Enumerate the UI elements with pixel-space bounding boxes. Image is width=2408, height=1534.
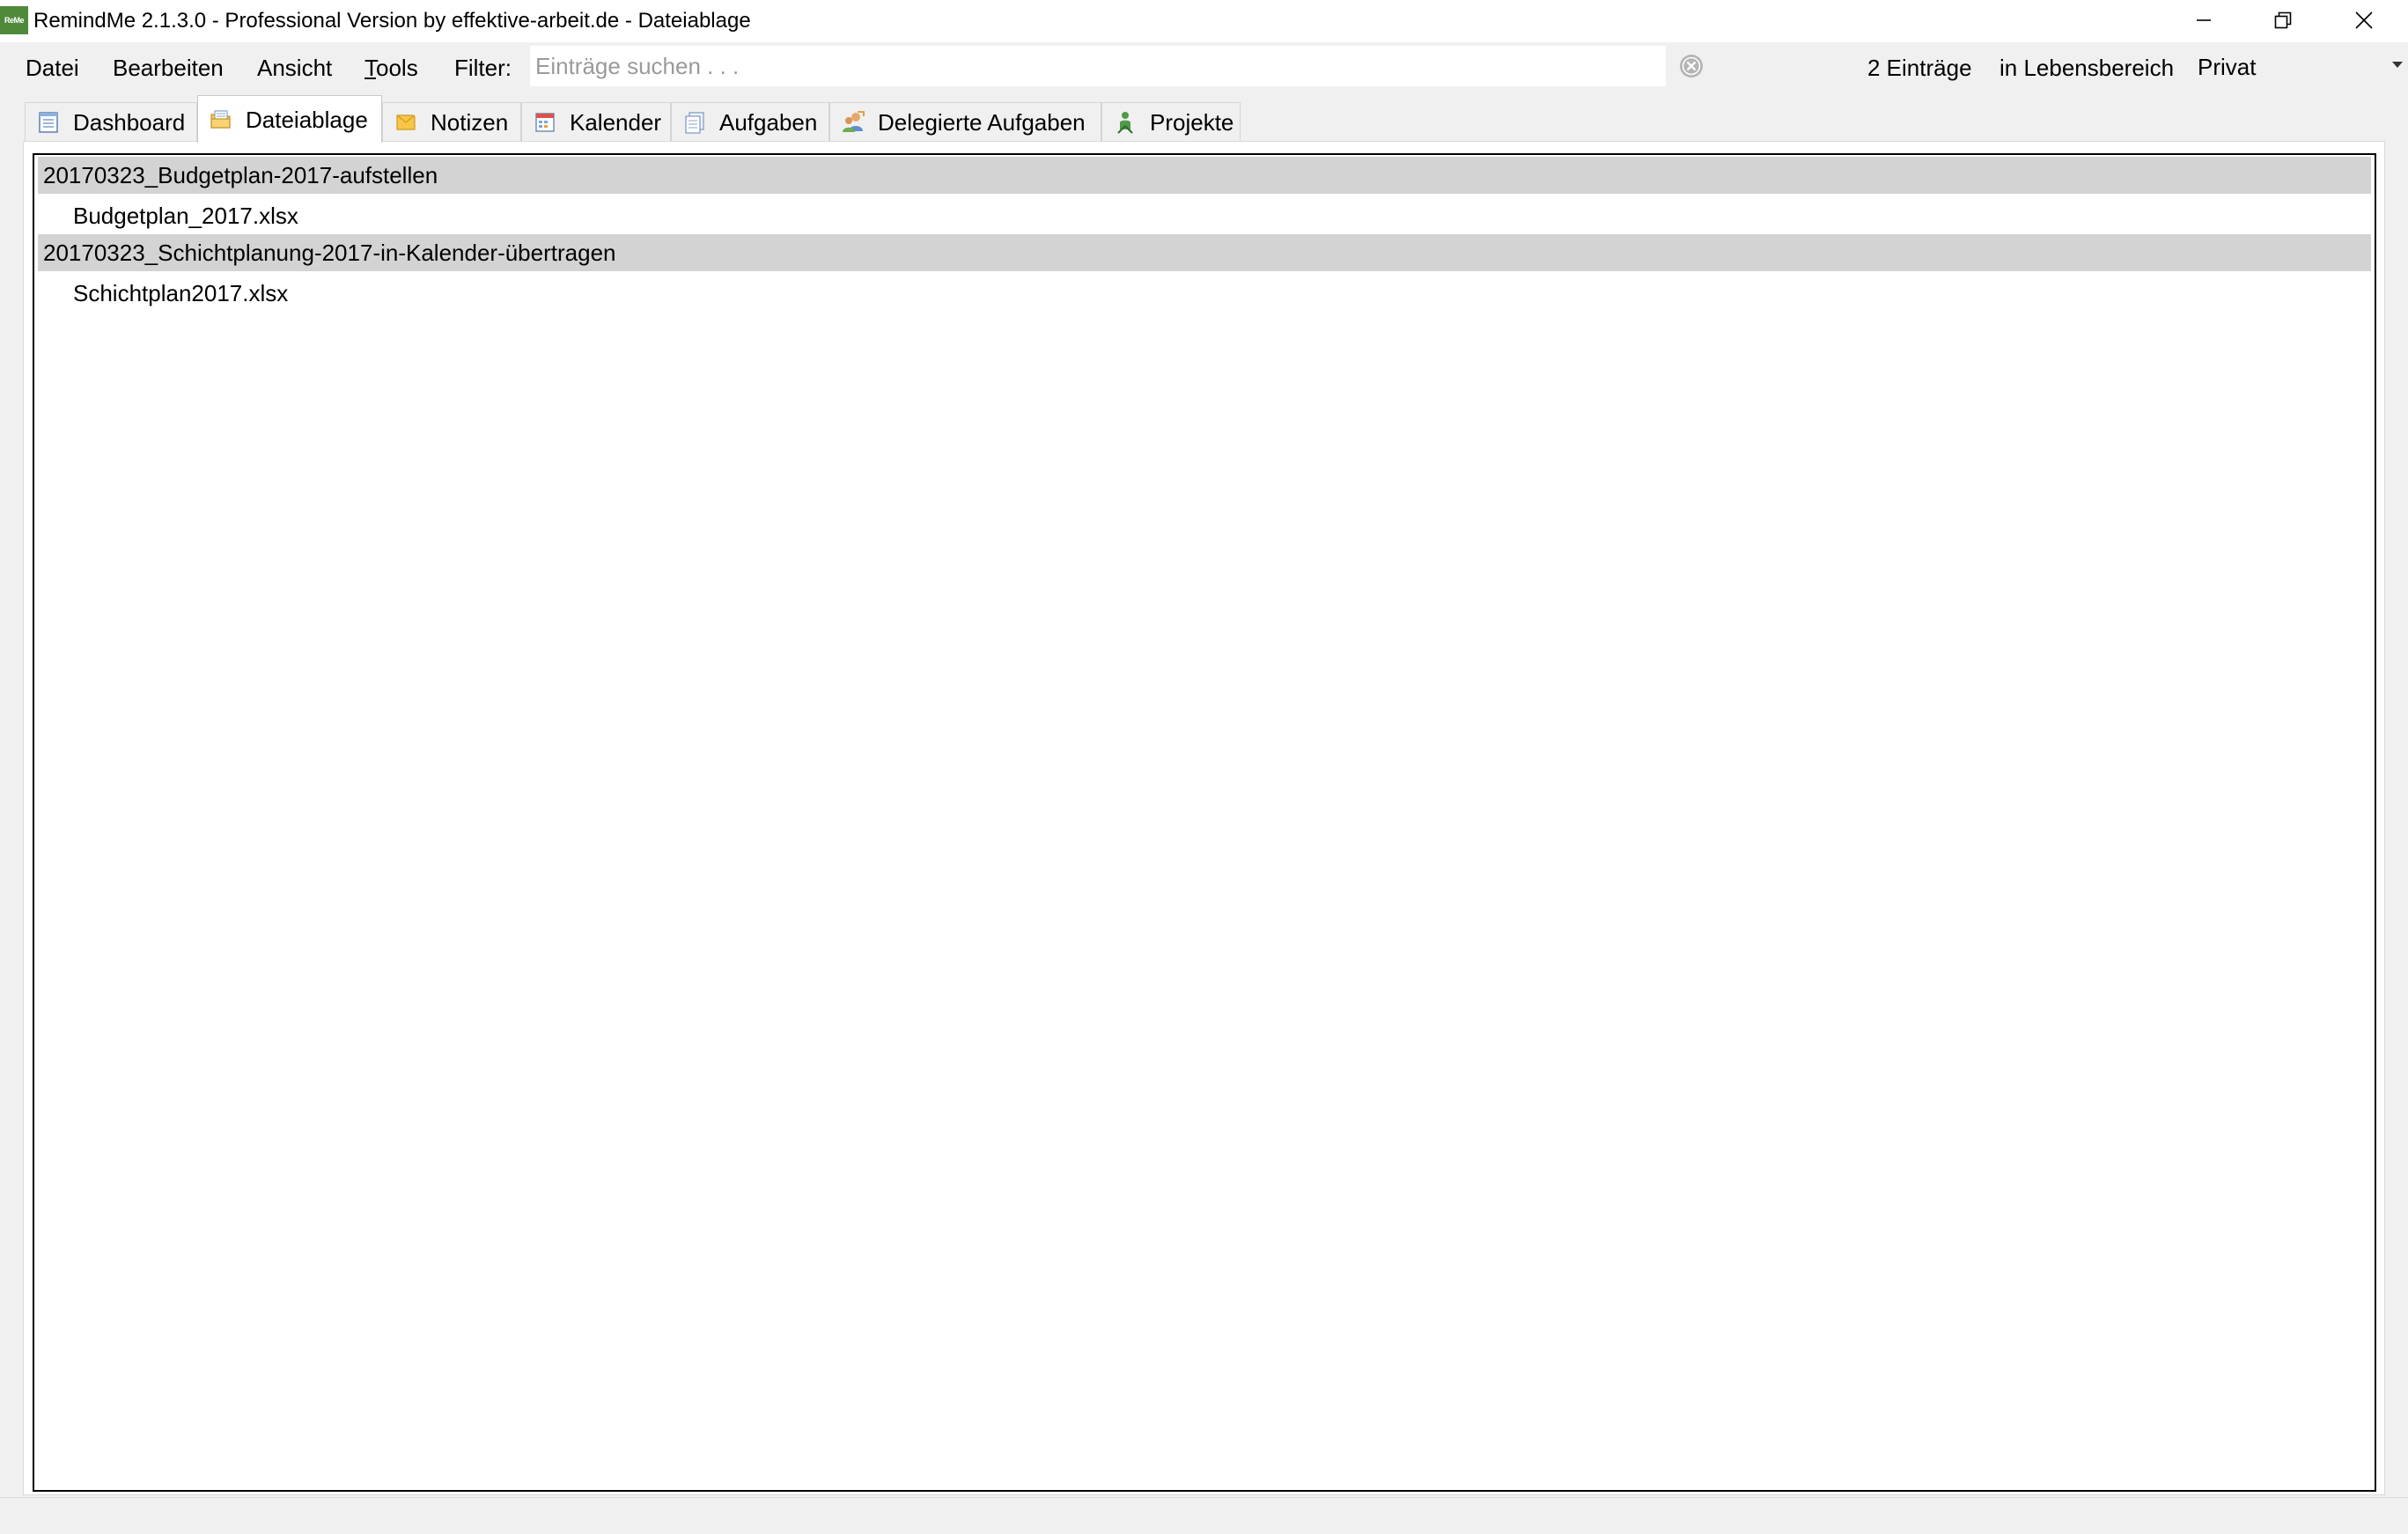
tab-label: Dateiablage [246, 106, 368, 133]
tab-label: Projekte [1150, 108, 1234, 136]
file-name: Budgetplan_2017.xlsx [73, 203, 298, 229]
tab-dateiablage[interactable]: Dateiablage [197, 95, 382, 143]
folder-group-name: 20170323_Schichtplanung-2017-in-Kalender… [43, 240, 616, 266]
calendar-icon [535, 112, 555, 132]
file-list[interactable]: 20170323_Budgetplan-2017-aufstellen Budg… [33, 153, 2376, 1492]
status-bar [0, 1497, 2408, 1534]
tab-label: Aufgaben [719, 108, 818, 136]
tab-delegierte-aufgaben[interactable]: Delegierte Aufgaben [829, 102, 1101, 141]
minimize-icon [2197, 19, 2211, 21]
file-name: Schichtplan2017.xlsx [73, 280, 289, 306]
folder-icon [210, 109, 231, 129]
tab-aufgaben[interactable]: Aufgaben [671, 102, 829, 141]
minimize-button[interactable] [2164, 0, 2243, 41]
file-row[interactable]: Schichtplan2017.xlsx [38, 273, 2371, 310]
menu-tools[interactable]: Tools [365, 55, 418, 81]
file-row[interactable]: Budgetplan_2017.xlsx [38, 195, 2371, 232]
tab-kalender[interactable]: Kalender [521, 102, 671, 141]
menu-datei[interactable]: Datei [26, 55, 79, 81]
tab-label: Dashboard [73, 108, 186, 136]
tab-label: Notizen [431, 108, 509, 136]
tab-projekte[interactable]: Projekte [1101, 102, 1241, 141]
restore-icon [2274, 11, 2292, 29]
tab-dashboard[interactable]: Dashboard [25, 102, 197, 141]
tab-label: Delegierte Aufgaben [878, 108, 1086, 136]
tab-strip: Dashboard Dateiablage Notizen Kalender A… [0, 92, 2408, 143]
dashboard-icon [39, 111, 58, 133]
menu-bearbeiten[interactable]: Bearbeiten [113, 55, 224, 81]
menu-ansicht[interactable]: Ansicht [257, 55, 332, 81]
close-button[interactable] [2324, 0, 2404, 41]
chevron-down-icon [2392, 62, 2403, 68]
life-area-label: in Lebensbereich [1999, 55, 2175, 81]
folder-group-row[interactable]: 20170323_Budgetplan-2017-aufstellen [38, 157, 2371, 194]
folder-group-name: 20170323_Budgetplan-2017-aufstellen [43, 162, 438, 188]
app-logo-icon[interactable]: ReMe [0, 6, 28, 34]
folder-group-row[interactable]: 20170323_Schichtplanung-2017-in-Kalender… [38, 234, 2371, 271]
life-area-dropdown[interactable]: Privat [2194, 46, 2408, 86]
delegated-tasks-icon [843, 110, 865, 132]
notes-icon [396, 114, 416, 130]
clear-search-icon[interactable] [1678, 53, 1705, 79]
title-bar: ReMe RemindMe 2.1.3.0 - Professional Ver… [0, 0, 2408, 42]
window-title: RemindMe 2.1.3.0 - Professional Version … [33, 9, 751, 33]
close-icon [2355, 11, 2373, 29]
search-input[interactable] [530, 46, 1666, 86]
tasks-icon [685, 111, 704, 134]
projects-icon [1117, 111, 1133, 134]
tab-label: Kalender [570, 108, 662, 136]
life-area-value: Privat [2198, 54, 2257, 80]
filter-label: Filter: [454, 55, 512, 81]
restore-button[interactable] [2243, 0, 2323, 41]
tab-notizen[interactable]: Notizen [382, 102, 521, 141]
entry-count: 2 Einträge [1867, 55, 1972, 81]
